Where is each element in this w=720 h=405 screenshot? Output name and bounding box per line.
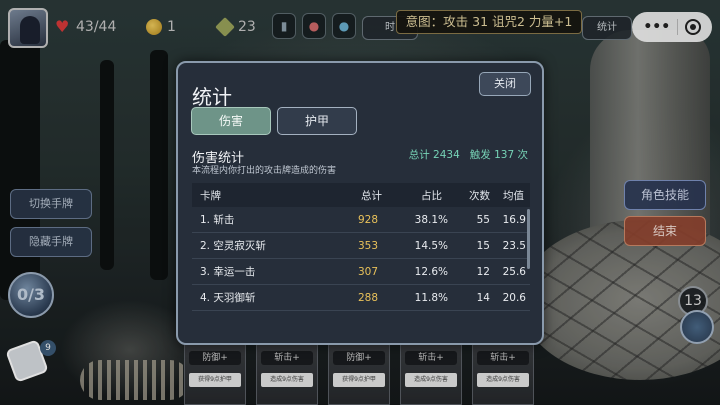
table-row[interactable]: 1. 斩击 928 38.1% 55 16.9 — [192, 207, 530, 233]
row-total: 928 — [357, 213, 378, 226]
table-row[interactable]: 4. 天羽御斩 288 11.8% 14 20.6 — [192, 285, 530, 311]
row-average: 20.6 — [502, 291, 526, 304]
row-count: 12 — [476, 265, 490, 278]
row-total: 288 — [357, 291, 378, 304]
table-row[interactable]: 2. 空灵寂灭斩 353 14.5% 15 23.5 — [192, 233, 530, 259]
table-row[interactable]: 3. 幸运一击 307 12.6% 12 25.6 — [192, 259, 530, 285]
col-percent: 占比 — [421, 189, 442, 202]
row-count: 55 — [476, 213, 490, 226]
tab-armor[interactable]: 护甲 — [277, 107, 357, 135]
table-header: 卡牌 总计 占比 次数 均值 — [192, 183, 530, 207]
close-button[interactable]: 关闭 — [479, 72, 531, 96]
trigger-count: 触发 137 次 — [469, 149, 528, 161]
table-scrollbar[interactable] — [527, 209, 530, 269]
tab-damage[interactable]: 伤害 — [191, 107, 271, 135]
row-card: 2. 空灵寂灭斩 — [200, 240, 266, 252]
row-card: 4. 天羽御斩 — [200, 292, 256, 304]
row-percent: 12.6% — [414, 265, 448, 278]
row-count: 14 — [476, 291, 490, 304]
row-average: 23.5 — [502, 239, 526, 252]
col-average: 均值 — [503, 189, 524, 202]
row-total: 353 — [357, 239, 378, 252]
row-total: 307 — [357, 265, 378, 278]
row-average: 25.6 — [502, 265, 526, 278]
row-percent: 38.1% — [414, 213, 448, 226]
section-description: 本流程内你打出的攻击牌造成的伤害 — [192, 166, 337, 176]
row-percent: 11.8% — [414, 291, 448, 304]
col-card: 卡牌 — [200, 189, 221, 202]
row-card: 1. 斩击 — [200, 214, 235, 226]
row-card: 3. 幸运一击 — [200, 266, 256, 278]
col-count: 次数 — [469, 189, 490, 202]
total-damage: 总计 2434 — [408, 149, 460, 161]
row-percent: 14.5% — [414, 239, 448, 252]
row-average: 16.9 — [502, 213, 526, 226]
col-total: 总计 — [361, 189, 382, 202]
row-count: 15 — [476, 239, 490, 252]
statistics-modal: 统计 关闭 伤害 护甲 伤害统计 本流程内你打出的攻击牌造成的伤害 总计 243… — [176, 61, 544, 345]
damage-totals: 总计 2434 触发 137 次 — [409, 147, 528, 162]
modal-title: 统计 — [192, 85, 232, 109]
damage-table: 卡牌 总计 占比 次数 均值 1. 斩击 928 38.1% 55 16.9 2… — [192, 183, 530, 323]
